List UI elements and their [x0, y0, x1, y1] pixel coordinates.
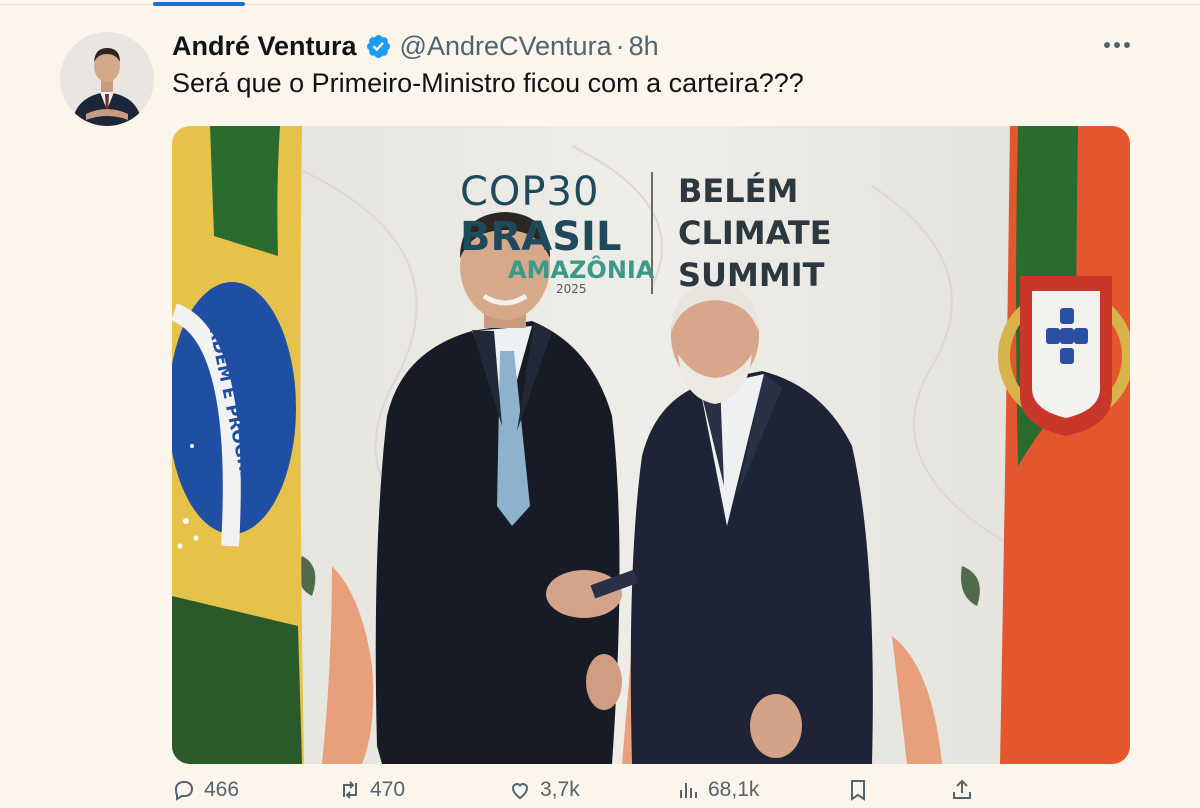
cop-logo-line2: BRASIL [460, 214, 622, 260]
bookmark-button[interactable] [846, 778, 878, 802]
avatar[interactable] [60, 32, 154, 126]
repost-count: 470 [370, 778, 406, 801]
tweet-header: André Ventura @AndreCVentura · 8h [172, 27, 659, 65]
reply-icon [174, 781, 194, 801]
author-display-name[interactable]: André Ventura [172, 31, 357, 62]
cop-logo-line3: AMAZÔNIA [508, 256, 655, 284]
cop-logo-year: 2025 [556, 282, 587, 296]
summit-line1: BELÉM [678, 172, 799, 210]
like-count: 3,7k [540, 778, 580, 801]
tweet-photo[interactable]: COP30 BRASIL AMAZÔNIA 2025 BELÉM CLIMATE… [172, 126, 1130, 764]
more-options-button[interactable] [1100, 30, 1134, 60]
cop-logo-line1: COP30 [460, 169, 600, 215]
repost-button[interactable]: 470 [338, 778, 405, 802]
like-button[interactable]: 3,7k [508, 778, 580, 802]
tab-indicator [153, 2, 245, 6]
more-options-icon [1104, 42, 1130, 48]
repost-icon [343, 781, 357, 799]
bookmark-icon [851, 780, 865, 801]
reply-count: 466 [204, 778, 240, 801]
views-button[interactable]: 68,1k [676, 778, 759, 802]
reply-button[interactable]: 466 [172, 778, 239, 802]
views-count: 68,1k [708, 778, 760, 801]
tweet-actions: 466 470 3,7k 68,1k [172, 778, 1130, 808]
tweet-timestamp[interactable]: 8h [629, 31, 659, 62]
verified-badge-icon[interactable] [365, 33, 392, 60]
summit-line3: SUMMIT [678, 256, 825, 294]
share-button[interactable] [950, 778, 982, 802]
summit-line2: CLIMATE [678, 214, 832, 252]
like-icon [511, 783, 529, 800]
views-icon [680, 783, 697, 798]
share-icon [953, 779, 971, 799]
tweet-text: Será que o Primeiro-Ministro ficou com a… [172, 68, 804, 98]
separator-dot: · [615, 30, 625, 61]
author-handle[interactable]: @AndreCVentura [400, 31, 612, 62]
